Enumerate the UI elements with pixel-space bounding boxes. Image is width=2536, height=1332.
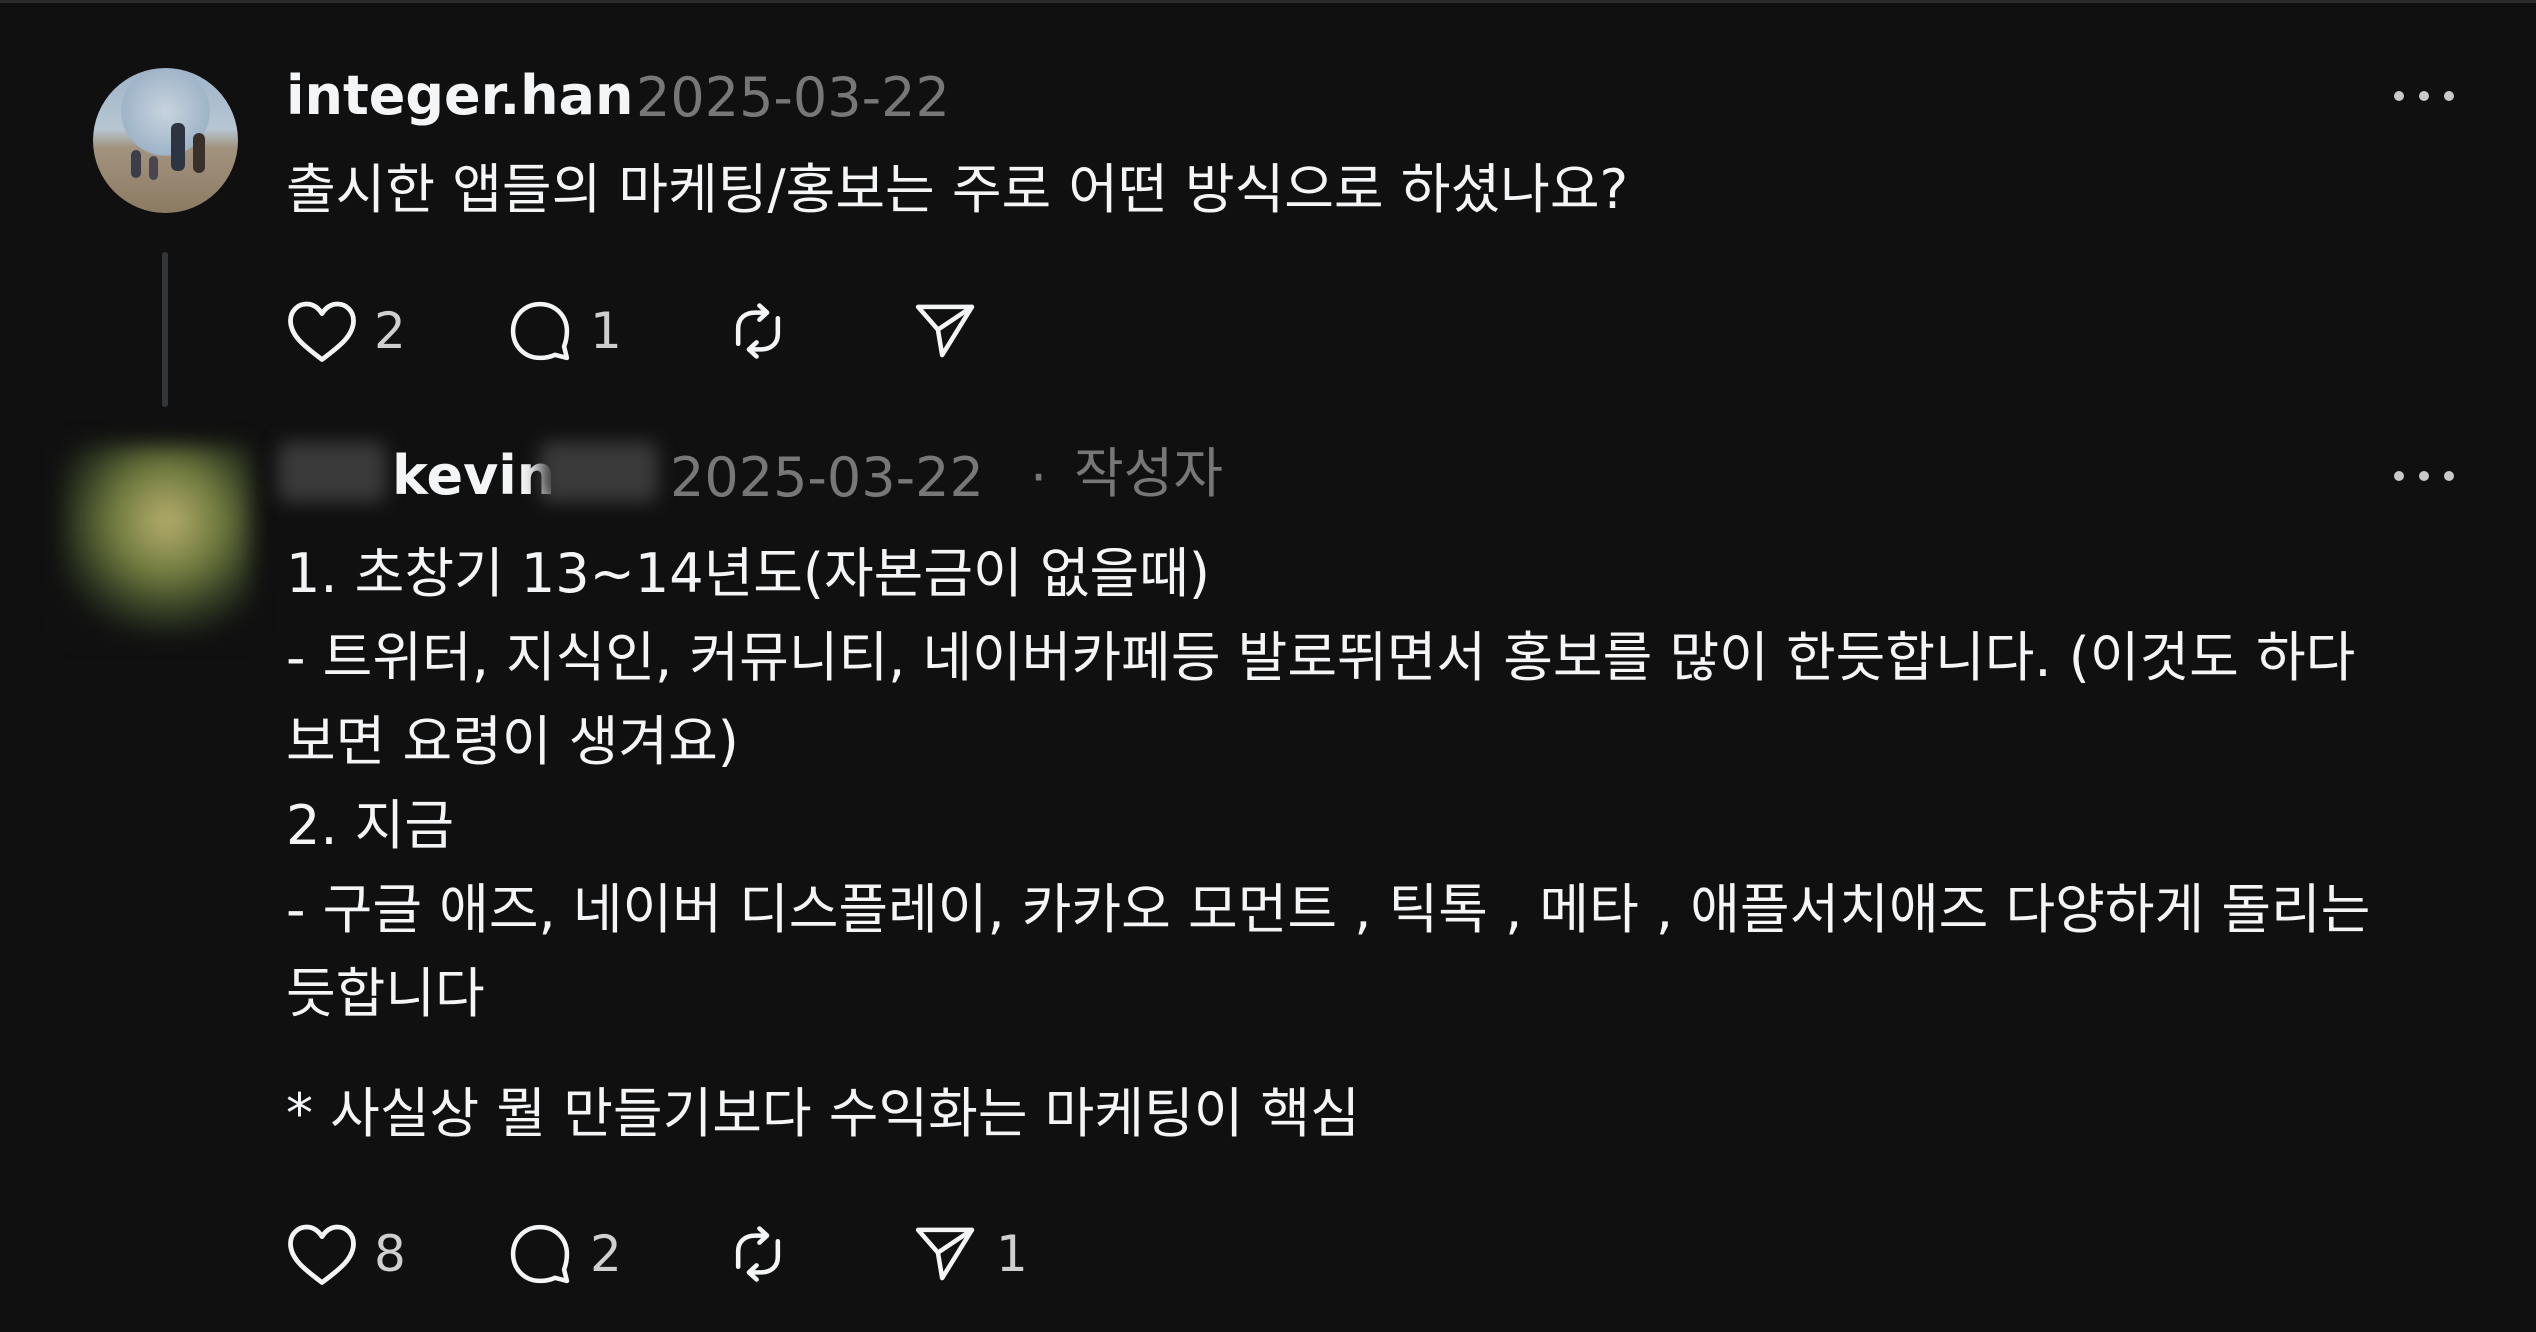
share-button[interactable]: 1 (910, 1220, 1028, 1288)
paper-plane-icon (915, 304, 975, 358)
post-date[interactable]: 2025-03-22 (636, 66, 950, 130)
speech-bubble-icon (510, 1224, 570, 1284)
reply-count: 1 (590, 302, 622, 360)
reply-line: * 사실상 뭘 만들기보다 수익화는 마케팅이 핵심 (286, 1082, 1360, 1145)
repost-icon (735, 303, 781, 359)
repost-button[interactable] (724, 1220, 792, 1288)
repost-icon (735, 1226, 781, 1282)
more-dots-icon[interactable] (2394, 466, 2454, 486)
reply-line: 보면 요령이 생겨요) (286, 710, 739, 773)
reply-line: 1. 초창기 13~14년도(자본금이 없을때) (286, 542, 1210, 605)
reply-date[interactable]: 2025-03-22 (670, 446, 984, 510)
like-button[interactable]: 2 (286, 297, 406, 365)
share-button[interactable] (910, 297, 980, 365)
reply-username[interactable]: kevin (392, 444, 555, 508)
reply-line: - 구글 애즈, 네이버 디스플레이, 카카오 모먼트 , 틱톡 , 메타 , … (286, 878, 2371, 941)
post-username[interactable]: integer.han (286, 64, 633, 128)
like-count: 2 (374, 302, 406, 360)
more-dots-icon[interactable] (2394, 86, 2454, 106)
heart-icon (288, 301, 356, 362)
thread-connector (162, 252, 168, 407)
paper-plane-icon (915, 1227, 975, 1281)
reply-line: 듯합니다 (286, 962, 485, 1025)
reply-count: 2 (590, 1225, 622, 1283)
repost-button[interactable] (724, 297, 792, 365)
reply-line: 2. 지금 (286, 794, 455, 857)
reply-button[interactable]: 1 (506, 297, 622, 365)
user-avatar[interactable] (93, 68, 238, 213)
reply-line: - 트위터, 지식인, 커뮤니티, 네이버카페등 발로뛰면서 홍보를 많이 한듯… (286, 626, 2356, 689)
heart-icon (288, 1224, 356, 1285)
author-badge: 작성자 (1074, 442, 1224, 505)
separator-dot: · (1030, 446, 1048, 509)
like-button[interactable]: 8 (286, 1220, 406, 1288)
speech-bubble-icon (510, 301, 570, 361)
post-text: 출시한 앱들의 마케팅/홍보는 주로 어떤 방식으로 하셨나요? (286, 158, 1629, 221)
blurred-name-prefix (278, 442, 386, 502)
like-count: 8 (374, 1225, 406, 1283)
share-count: 1 (996, 1225, 1028, 1283)
reply-button[interactable]: 2 (506, 1220, 622, 1288)
reply-avatar[interactable] (62, 445, 252, 635)
blurred-name-suffix (540, 442, 658, 502)
top-divider (0, 0, 2536, 3)
